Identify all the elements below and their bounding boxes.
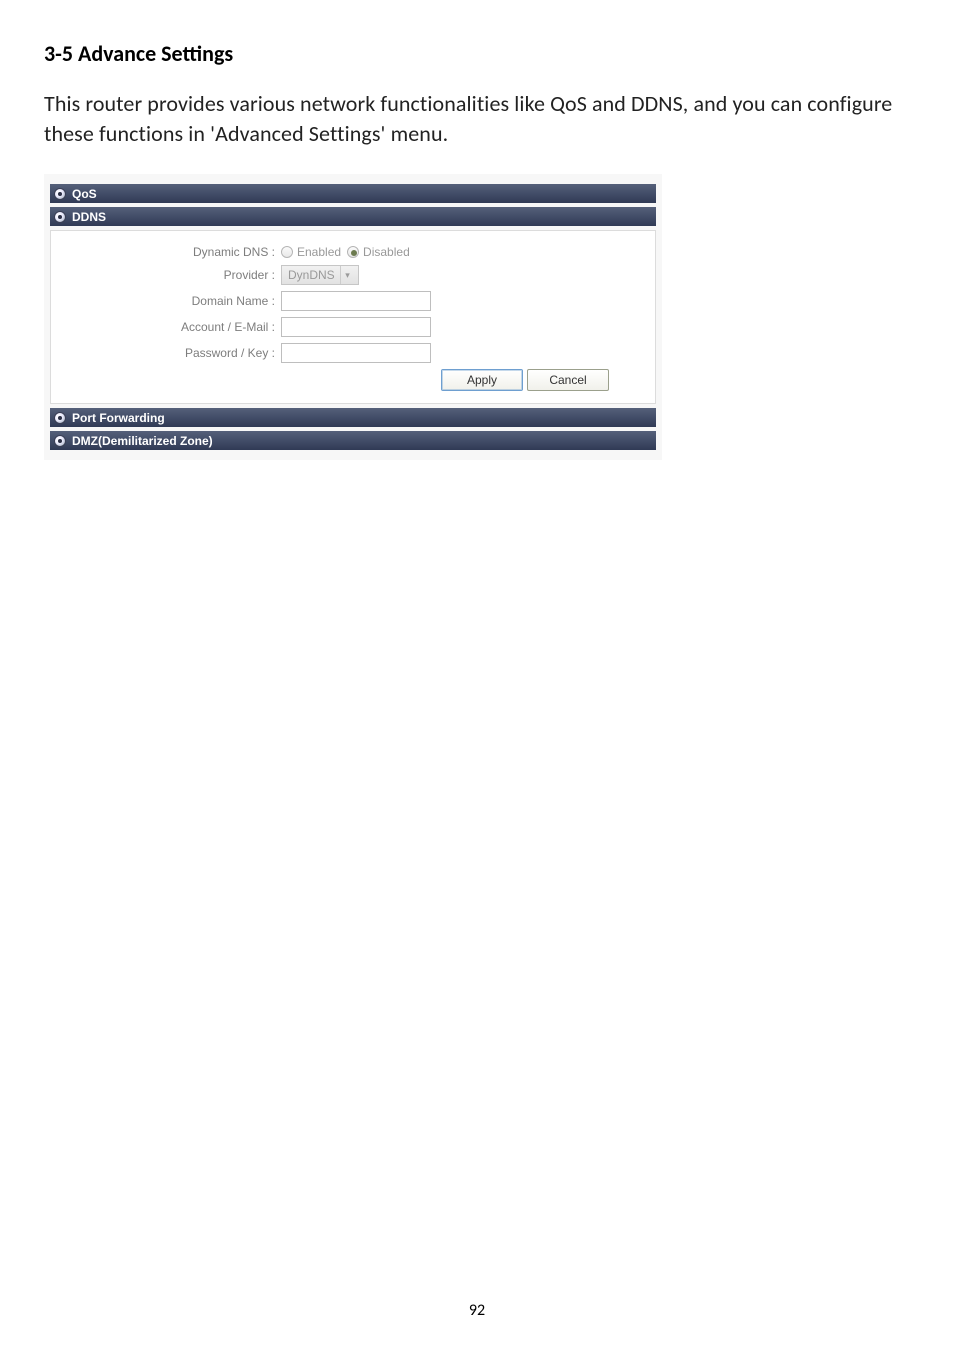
row-account-email: Account / E-Mail : — [65, 317, 641, 337]
label-account-email: Account / E-Mail : — [65, 320, 275, 334]
chevron-down-icon: ▾ — [340, 266, 354, 284]
row-password-key: Password / Key : — [65, 343, 641, 363]
ddns-body: Dynamic DNS : Enabled Disabled Provider … — [50, 230, 656, 404]
section-ddns-header[interactable]: DDNS — [50, 207, 656, 226]
label-domain-name: Domain Name : — [65, 294, 275, 308]
radio-disabled-label: Disabled — [363, 245, 410, 259]
provider-value: DynDNS — [288, 268, 335, 282]
section-ddns-title: DDNS — [72, 210, 106, 224]
section-port-forwarding-header[interactable]: Port Forwarding — [50, 408, 656, 427]
section-dmz-header[interactable]: DMZ(Demilitarized Zone) — [50, 431, 656, 450]
section-heading: 3-5 Advance Settings — [44, 40, 910, 67]
label-password-key: Password / Key : — [65, 346, 275, 360]
section-qos-title: QoS — [72, 187, 97, 201]
row-provider: Provider : DynDNS ▾ — [65, 265, 641, 285]
domain-name-input[interactable] — [281, 291, 431, 311]
bullet-icon — [54, 435, 66, 447]
radio-icon — [281, 246, 293, 258]
label-dynamic-dns: Dynamic DNS : — [65, 245, 275, 259]
bullet-icon — [54, 188, 66, 200]
row-domain-name: Domain Name : — [65, 291, 641, 311]
section-qos-header[interactable]: QoS — [50, 184, 656, 203]
cancel-button[interactable]: Cancel — [527, 369, 609, 391]
section-dmz-title: DMZ(Demilitarized Zone) — [72, 434, 213, 448]
apply-button[interactable]: Apply — [441, 369, 523, 391]
page-number: 92 — [0, 1301, 954, 1320]
provider-select[interactable]: DynDNS ▾ — [281, 265, 359, 285]
dynamic-dns-radio-group: Enabled Disabled — [281, 245, 416, 259]
bullet-icon — [54, 211, 66, 223]
intro-paragraph: This router provides various network fun… — [44, 89, 910, 148]
ddns-button-row: Apply Cancel — [65, 369, 641, 391]
section-port-forwarding-title: Port Forwarding — [72, 411, 165, 425]
password-key-input[interactable] — [281, 343, 431, 363]
account-email-input[interactable] — [281, 317, 431, 337]
row-dynamic-dns: Dynamic DNS : Enabled Disabled — [65, 245, 641, 259]
settings-panel: QoS DDNS Dynamic DNS : Enabled Disabled — [44, 174, 662, 460]
radio-enabled[interactable]: Enabled — [281, 245, 341, 259]
radio-disabled[interactable]: Disabled — [347, 245, 410, 259]
bullet-icon — [54, 412, 66, 424]
radio-icon — [347, 246, 359, 258]
label-provider: Provider : — [65, 268, 275, 282]
radio-enabled-label: Enabled — [297, 245, 341, 259]
